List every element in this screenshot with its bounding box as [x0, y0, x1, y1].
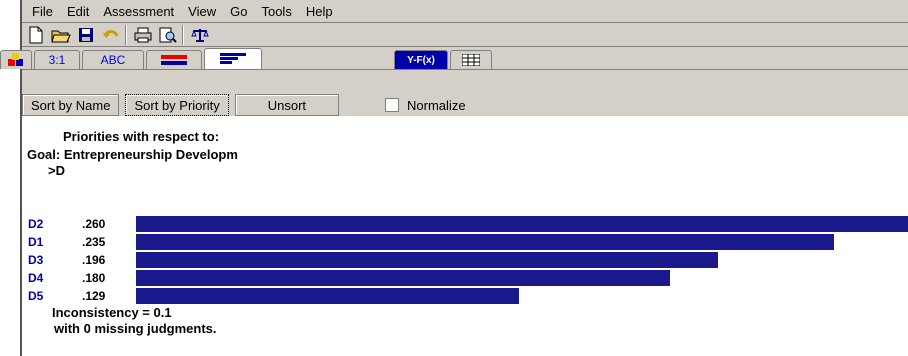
sort-controls: Sort by Name Sort by Priority Unsort Nor…: [22, 94, 908, 116]
toolbar: [22, 23, 908, 47]
priority-row: D5 .129: [22, 287, 908, 305]
menu-edit[interactable]: Edit: [67, 4, 89, 19]
priority-row-label: D4: [28, 271, 44, 285]
lines-icon: [161, 55, 187, 65]
priority-bar: [136, 288, 520, 304]
missing-judgments-text: with 0 missing judgments.: [54, 321, 217, 336]
priority-row: D2 .260: [22, 215, 908, 233]
goal-label: Goal: Entrepreneurship Developm: [27, 147, 238, 162]
priority-row: D1 .235: [22, 233, 908, 251]
tab-bar-lines[interactable]: [204, 48, 262, 69]
tab-strip-line: [22, 69, 908, 70]
normalize-label: Normalize: [407, 97, 466, 113]
menu-bar: File Edit Assessment View Go Tools Help: [22, 0, 908, 22]
tab-cubes[interactable]: [0, 50, 32, 69]
priority-row-value: .235: [82, 235, 106, 249]
priority-row-value: .180: [82, 271, 106, 285]
sort-by-name-button[interactable]: Sort by Name: [22, 94, 120, 116]
tab-ratio[interactable]: 3:1: [34, 50, 80, 69]
new-icon[interactable]: [25, 25, 47, 45]
menu-file[interactable]: File: [32, 4, 53, 19]
tab-abc[interactable]: ABC: [82, 50, 144, 69]
tab-strip: 3:1 ABC Y-F(x): [0, 47, 908, 69]
tab-yfx[interactable]: Y-F(x): [394, 50, 448, 69]
toolbar-divider: [125, 25, 126, 45]
cubes-icon: [8, 53, 23, 66]
menu-assessment[interactable]: Assessment: [103, 4, 174, 19]
node-label: >D: [48, 163, 65, 178]
priority-row-label: D1: [28, 235, 44, 249]
undo-icon[interactable]: [100, 25, 122, 45]
menu-view[interactable]: View: [188, 4, 216, 19]
priority-bar: [136, 252, 718, 268]
tab-lines[interactable]: [146, 50, 202, 69]
menu-help[interactable]: Help: [306, 4, 333, 19]
save-icon[interactable]: [75, 25, 97, 45]
priority-row-label: D2: [28, 217, 44, 231]
print-preview-icon[interactable]: [157, 25, 179, 45]
priority-row-value: .260: [82, 217, 106, 231]
priority-row: D3 .196: [22, 251, 908, 269]
inconsistency-text: Inconsistency = 0.1: [52, 305, 172, 320]
priority-bar: [136, 270, 671, 286]
priority-row: D4 .180: [22, 269, 908, 287]
unsort-button[interactable]: Unsort: [234, 94, 340, 116]
priority-bar: [136, 234, 834, 250]
balance-icon[interactable]: [189, 25, 211, 45]
priority-row-label: D3: [28, 253, 44, 267]
grid-icon: [462, 54, 480, 66]
priority-row-value: .196: [82, 253, 106, 267]
bar-lines-icon: [220, 53, 246, 64]
priorities-panel: Priorities with respect to: Goal: Entrep…: [22, 119, 908, 356]
menu-go[interactable]: Go: [230, 4, 247, 19]
priorities-heading: Priorities with respect to:: [63, 129, 220, 144]
sort-by-priority-button[interactable]: Sort by Priority: [125, 94, 229, 116]
priority-row-label: D5: [28, 289, 44, 303]
window: File Edit Assessment View Go Tools Help: [0, 0, 908, 356]
priority-bar: [136, 216, 908, 232]
print-icon[interactable]: [132, 25, 154, 45]
open-folder-icon[interactable]: [50, 25, 72, 45]
priority-row-value: .129: [82, 289, 106, 303]
normalize-checkbox[interactable]: [385, 98, 400, 112]
toolbar-divider: [182, 25, 183, 45]
menu-tools[interactable]: Tools: [261, 4, 291, 19]
tab-grid[interactable]: [450, 50, 492, 69]
